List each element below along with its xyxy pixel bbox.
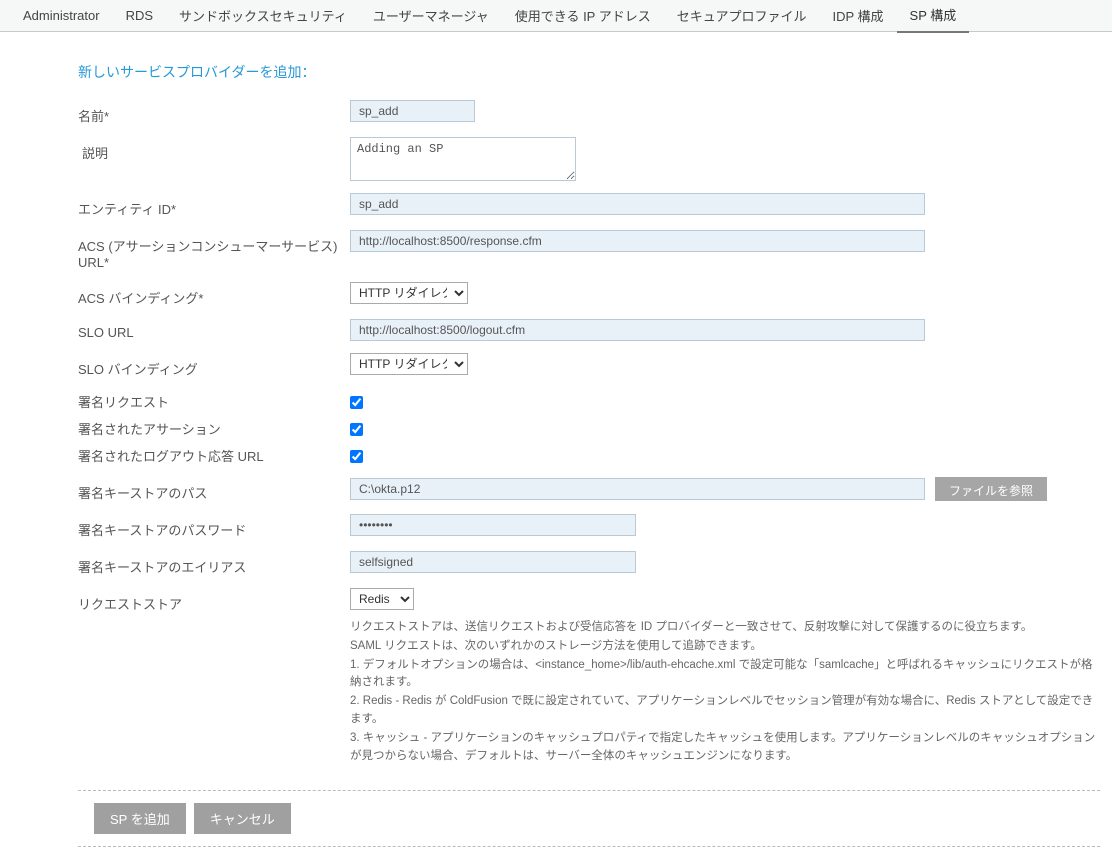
acs-binding-label: ACS バインディング* xyxy=(78,282,350,307)
request-store-help: リクエストストアは、送信リクエストおよび受信応答を ID プロバイダーと一致させ… xyxy=(350,619,1100,766)
request-store-select[interactable]: Redis xyxy=(350,588,414,610)
slo-url-input[interactable] xyxy=(350,319,925,341)
signed-logout-label: 署名されたログアウト応答 URL xyxy=(78,444,350,465)
nav-administrator[interactable]: Administrator xyxy=(10,1,113,30)
nav-secure-profile[interactable]: セキュアプロファイル xyxy=(664,0,820,32)
slo-binding-label: SLO バインディング xyxy=(78,353,350,378)
name-label: 名前* xyxy=(78,100,350,125)
nav-rds[interactable]: RDS xyxy=(113,1,166,30)
description-label: 説明 xyxy=(78,137,350,162)
acs-url-label: ACS (アサーションコンシューマーサービス) URL* xyxy=(78,230,350,270)
description-textarea[interactable]: Adding an SP xyxy=(350,137,576,181)
signed-assertion-label: 署名されたアサーション xyxy=(78,417,350,438)
top-nav: Administrator RDS サンドボックスセキュリティ ユーザーマネージ… xyxy=(0,0,1112,32)
slo-url-label: SLO URL xyxy=(78,319,350,340)
entity-id-label: エンティティ ID* xyxy=(78,193,350,218)
keystore-password-label: 署名キーストアのパスワード xyxy=(78,514,350,539)
sign-request-checkbox[interactable] xyxy=(350,396,363,409)
entity-id-input[interactable] xyxy=(350,193,925,215)
add-sp-button[interactable]: SP を追加 xyxy=(94,803,186,834)
acs-binding-select[interactable]: HTTP リダイレクト xyxy=(350,282,468,304)
browse-file-button[interactable]: ファイルを参照 xyxy=(935,477,1047,501)
nav-idp-config[interactable]: IDP 構成 xyxy=(819,0,896,32)
section-title: 新しいサービスプロバイダーを追加： xyxy=(78,62,1100,82)
keystore-path-label: 署名キーストアのパス xyxy=(78,477,350,502)
sign-request-label: 署名リクエスト xyxy=(78,390,350,411)
request-store-label: リクエストストア xyxy=(78,588,350,613)
acs-url-input[interactable] xyxy=(350,230,925,252)
nav-user-manager[interactable]: ユーザーマネージャ xyxy=(360,0,502,32)
nav-allowed-ip[interactable]: 使用できる IP アドレス xyxy=(502,0,664,32)
cancel-button[interactable]: キャンセル xyxy=(194,803,291,834)
name-input[interactable] xyxy=(350,100,475,122)
button-bar: SP を追加 キャンセル xyxy=(78,790,1100,847)
nav-sandbox-security[interactable]: サンドボックスセキュリティ xyxy=(166,0,360,32)
signed-logout-checkbox[interactable] xyxy=(350,450,363,463)
nav-sp-config[interactable]: SP 構成 xyxy=(897,0,970,33)
keystore-alias-label: 署名キーストアのエイリアス xyxy=(78,551,350,576)
main-content: 新しいサービスプロバイダーを追加： 名前* 説明 Adding an SP エン… xyxy=(0,32,1100,847)
slo-binding-select[interactable]: HTTP リダイレクト xyxy=(350,353,468,375)
keystore-password-input[interactable] xyxy=(350,514,636,536)
keystore-alias-input[interactable] xyxy=(350,551,636,573)
signed-assertion-checkbox[interactable] xyxy=(350,423,363,436)
keystore-path-input[interactable] xyxy=(350,478,925,500)
